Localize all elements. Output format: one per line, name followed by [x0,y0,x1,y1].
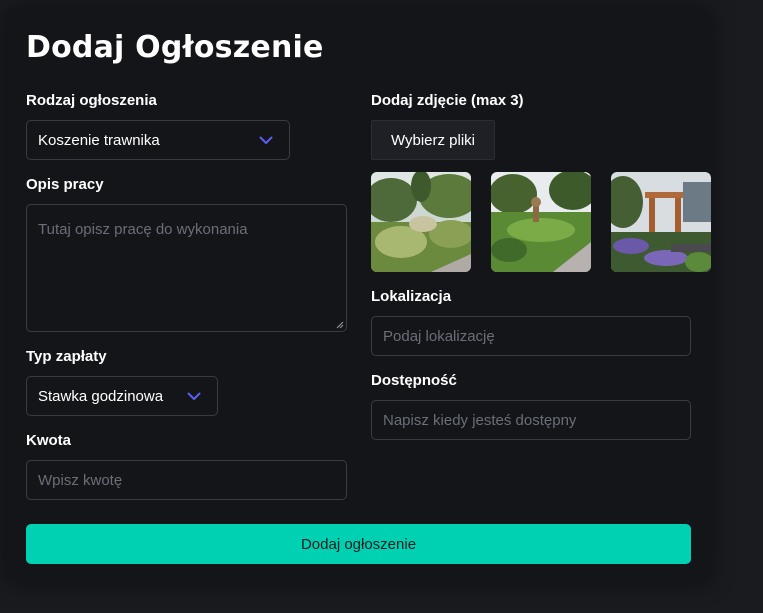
photo-thumbnail-1[interactable] [371,172,471,272]
chevron-down-icon [187,392,201,400]
payment-type-label: Typ zapłaty [26,348,107,365]
resize-grip-icon[interactable] [335,320,344,329]
payment-type-select[interactable]: Stawka godzinowa [26,376,218,416]
choose-files-button[interactable]: Wybierz pliki [371,120,495,160]
description-placeholder: Tutaj opisz pracę do wykonania [38,221,248,238]
photo-thumbnail-2[interactable] [491,172,591,272]
location-placeholder: Podaj lokalizację [383,327,495,345]
amount-label: Kwota [26,432,71,449]
payment-type-value: Stawka godzinowa [38,387,164,405]
photos-label: Dodaj zdjęcie (max 3) [371,92,524,109]
availability-placeholder: Napisz kiedy jesteś dostępny [383,411,577,429]
amount-placeholder: Wpisz kwotę [38,471,123,489]
availability-input[interactable]: Napisz kiedy jesteś dostępny [371,400,691,440]
chevron-down-icon [259,136,273,144]
photo-thumbnail-3[interactable] [611,172,711,272]
amount-input[interactable]: Wpisz kwotę [26,460,347,500]
page-title: Dodaj Ogłoszenie [26,30,324,65]
description-label: Opis pracy [26,176,104,193]
location-input[interactable]: Podaj lokalizację [371,316,691,356]
submit-button[interactable]: Dodaj ogłoszenie [26,524,691,564]
type-select[interactable]: Koszenie trawnika [26,120,290,160]
type-select-value: Koszenie trawnika [38,131,160,149]
description-textarea[interactable]: Tutaj opisz pracę do wykonania [26,204,347,332]
type-label: Rodzaj ogłoszenia [26,92,157,109]
availability-label: Dostępność [371,372,457,389]
location-label: Lokalizacja [371,288,452,305]
